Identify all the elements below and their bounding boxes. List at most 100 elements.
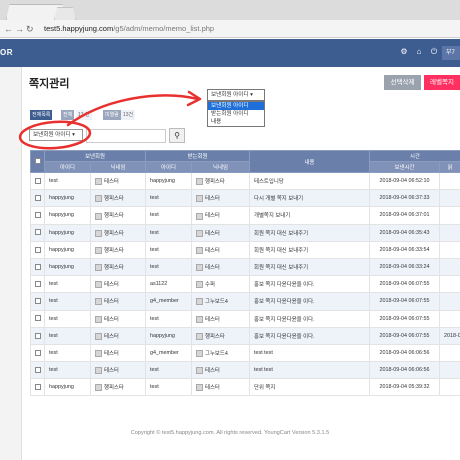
receiver-id-cell[interactable]: test bbox=[145, 240, 192, 259]
back-arrow-icon[interactable]: ← bbox=[4, 23, 13, 35]
content-cell[interactable]: 홍보 쪽지 다윤다윤을 이다. bbox=[249, 326, 370, 345]
sender-nick-cell[interactable]: 테스터 bbox=[90, 361, 146, 380]
dropdown-option[interactable]: 받는회원 아이디 bbox=[208, 110, 264, 118]
sender-nick-cell[interactable]: 테스터 bbox=[90, 343, 146, 363]
receiver-nick-cell[interactable]: 그누보드4 bbox=[191, 292, 250, 311]
sender-nick-cell[interactable]: 테스터 bbox=[90, 275, 146, 294]
receiver-nick-cell[interactable]: 행피스타 bbox=[191, 326, 250, 345]
row-checkbox[interactable] bbox=[34, 349, 41, 356]
search-field-select[interactable]: 보낸회원 아이디 ▾ bbox=[29, 129, 83, 141]
receiver-nick-cell[interactable]: 테스터 bbox=[191, 206, 250, 225]
content-cell[interactable]: 회원 쪽지 대신 보내주기 bbox=[249, 240, 370, 259]
sender-id-cell[interactable]: test bbox=[44, 309, 91, 328]
row-checkbox[interactable] bbox=[34, 195, 41, 202]
row-checkbox[interactable] bbox=[34, 298, 41, 305]
sender-nick-cell[interactable]: 테스터 bbox=[90, 309, 146, 328]
content-cell[interactable]: 회원 쪽지 대신 보내주기 bbox=[249, 257, 370, 277]
content-cell[interactable]: 회원 쪽지 대신 보내주기 bbox=[249, 223, 370, 242]
search-button[interactable]: ⚲ bbox=[169, 128, 185, 143]
receiver-nick-cell[interactable]: 그누보드4 bbox=[191, 343, 250, 363]
content-cell[interactable]: test test bbox=[249, 343, 370, 363]
sent-time-header[interactable]: 보낸시간 bbox=[369, 161, 440, 173]
receiver-id-cell[interactable]: test bbox=[145, 223, 192, 242]
url-text[interactable]: test5.happyjung.com/g5/adm/memo/memo_lis… bbox=[44, 24, 214, 34]
forward-arrow-icon[interactable]: → bbox=[15, 23, 24, 35]
dropdown-option[interactable]: 보낸회원 아이디 bbox=[208, 102, 264, 110]
receiver-nick-cell[interactable]: 테스터 bbox=[191, 361, 250, 380]
new-tab-button[interactable] bbox=[54, 7, 76, 20]
sender-nick-cell[interactable]: 테스터 bbox=[90, 171, 146, 191]
sender-id-header[interactable]: 아이디 bbox=[44, 161, 91, 173]
receiver-nick-cell[interactable]: 테스터 bbox=[191, 223, 250, 242]
sender-nick-cell[interactable]: 행피스타 bbox=[90, 240, 146, 259]
sender-id-cell[interactable]: happyjung bbox=[44, 189, 91, 208]
receiver-nick-cell[interactable]: 테스터 bbox=[191, 257, 250, 277]
sender-id-cell[interactable]: test bbox=[44, 326, 91, 345]
gear-icon[interactable]: ⚙ bbox=[399, 47, 409, 57]
row-checkbox[interactable] bbox=[34, 384, 41, 391]
receiver-nick-cell[interactable]: 테스터 bbox=[191, 378, 250, 397]
content-cell[interactable]: 단위 쪽지 bbox=[249, 378, 370, 397]
row-checkbox[interactable] bbox=[34, 246, 41, 253]
sender-nick-cell[interactable]: 행피스타 bbox=[90, 223, 146, 242]
row-checkbox[interactable] bbox=[34, 281, 41, 287]
row-checkbox[interactable] bbox=[34, 229, 41, 236]
delete-selected-button[interactable]: 선택삭제 bbox=[384, 75, 421, 90]
row-checkbox[interactable] bbox=[34, 212, 41, 219]
receiver-nick-cell[interactable]: 행피스타 bbox=[191, 171, 250, 191]
header-menu-button[interactable]: 부7 bbox=[442, 46, 460, 60]
level-memo-button[interactable]: 레벨쪽지 bbox=[424, 75, 460, 90]
receiver-id-cell[interactable]: test bbox=[145, 206, 192, 225]
receiver-nick-cell[interactable]: 테스터 bbox=[191, 240, 250, 259]
receiver-id-cell[interactable]: test bbox=[145, 361, 192, 380]
sender-id-cell[interactable]: test bbox=[44, 275, 91, 294]
receiver-id-cell[interactable]: test bbox=[145, 189, 192, 208]
receiver-id-cell[interactable]: happyjung bbox=[145, 171, 192, 191]
sender-id-cell[interactable]: test bbox=[44, 361, 91, 380]
receiver-nick-cell[interactable]: 테스터 bbox=[191, 309, 250, 328]
receiver-id-cell[interactable]: as1122 bbox=[145, 275, 192, 294]
reload-icon[interactable]: ↻ bbox=[26, 23, 34, 35]
select-all-checkbox[interactable] bbox=[34, 158, 41, 165]
content-cell[interactable]: 테스트입니당 bbox=[249, 171, 370, 191]
receiver-id-cell[interactable]: test bbox=[145, 257, 192, 277]
sender-id-cell[interactable]: test bbox=[44, 171, 91, 191]
sender-id-cell[interactable]: happyjung bbox=[44, 223, 91, 242]
content-cell[interactable]: 다시 개별 쪽지 보내기 bbox=[249, 189, 370, 208]
search-field-dropdown[interactable]: 보낸회원 아이디 ▾ bbox=[207, 89, 265, 101]
sender-id-cell[interactable]: happyjung bbox=[44, 378, 91, 397]
sender-nick-cell[interactable]: 행피스타 bbox=[90, 189, 146, 208]
receiver-nick-cell[interactable]: 수퍼 bbox=[191, 275, 250, 294]
all-list-link[interactable]: 전체목록 bbox=[30, 110, 53, 120]
content-cell[interactable]: 홍보 쪽지 다윤다윤을 이다. bbox=[249, 275, 370, 294]
receiver-id-cell[interactable]: g4_member bbox=[145, 343, 192, 363]
dropdown-option[interactable]: 내용 bbox=[208, 118, 264, 126]
brand-logo[interactable]: OR bbox=[0, 48, 13, 57]
row-checkbox[interactable] bbox=[34, 332, 41, 339]
content-cell[interactable]: test test bbox=[249, 361, 370, 380]
row-checkbox[interactable] bbox=[34, 263, 41, 270]
content-cell[interactable]: 홍보 쪽지 다윤다윤을 이다. bbox=[249, 309, 370, 328]
receiver-id-header[interactable]: 아이디 bbox=[145, 161, 192, 173]
receiver-id-cell[interactable]: test bbox=[145, 309, 192, 328]
content-cell[interactable]: 홍보 쪽지 다윤다윤을 이다. bbox=[249, 292, 370, 311]
sender-nick-cell[interactable]: 행피스타 bbox=[90, 206, 146, 225]
sender-nick-cell[interactable]: 테스터 bbox=[90, 326, 146, 345]
sender-nick-cell[interactable]: 행피스타 bbox=[90, 257, 146, 277]
sender-id-cell[interactable]: happyjung bbox=[44, 240, 91, 259]
sender-id-cell[interactable]: test bbox=[44, 292, 91, 311]
content-cell[interactable]: 개별쪽지 보내기 bbox=[249, 206, 370, 225]
receiver-id-cell[interactable]: happyjung bbox=[145, 326, 192, 345]
sender-nick-cell[interactable]: 테스터 bbox=[90, 292, 146, 311]
power-icon[interactable]: ⏻ bbox=[429, 47, 439, 57]
receiver-id-cell[interactable]: g4_member bbox=[145, 292, 192, 311]
search-input[interactable] bbox=[86, 129, 166, 143]
receiver-id-cell[interactable]: test bbox=[145, 378, 192, 397]
row-checkbox[interactable] bbox=[34, 315, 41, 322]
sender-id-cell[interactable]: happyjung bbox=[44, 206, 91, 225]
row-checkbox[interactable] bbox=[34, 177, 41, 184]
home-icon[interactable]: ⌂ bbox=[414, 47, 424, 57]
row-checkbox[interactable] bbox=[34, 366, 41, 373]
sender-id-cell[interactable]: test bbox=[44, 343, 91, 363]
sender-id-cell[interactable]: happyjung bbox=[44, 257, 91, 277]
